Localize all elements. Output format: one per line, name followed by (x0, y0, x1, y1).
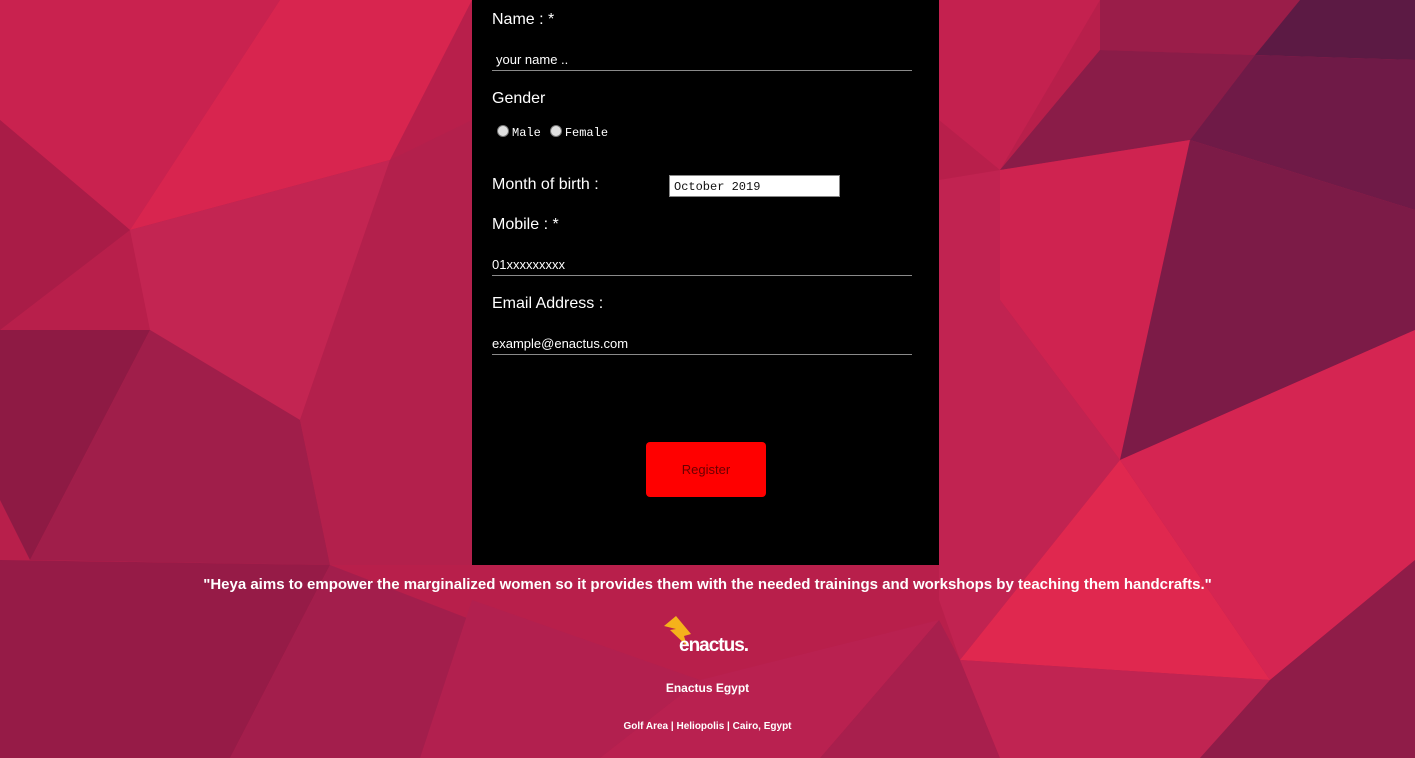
month-label: Month of birth : (492, 176, 599, 193)
register-button[interactable]: Register (646, 442, 766, 497)
email-label: Email Address : (492, 295, 604, 312)
org-name: Enactus Egypt (665, 681, 750, 695)
name-label: Name : * (492, 11, 555, 28)
name-input[interactable] (492, 48, 912, 71)
mobile-input[interactable] (492, 253, 912, 276)
female-radio[interactable] (549, 125, 562, 137)
gender-options: Male Female (497, 125, 617, 140)
mobile-label: Mobile : * (492, 216, 559, 233)
month-input[interactable]: October 2019 (669, 175, 840, 197)
registration-form: Name : * Gender Male Female Month of bir… (472, 0, 939, 565)
logo-text: enactus. (679, 635, 749, 656)
female-label: Female (564, 126, 609, 140)
email-input[interactable] (492, 332, 912, 355)
male-radio[interactable] (497, 125, 509, 137)
male-label: Male (512, 126, 541, 140)
gender-label: Gender (492, 90, 546, 107)
org-address: Golf Area | Heliopolis | Cairo, Egypt (623, 721, 792, 732)
mission-quote: "Heya aims to empower the marginalized w… (203, 576, 1212, 593)
enactus-logo: enactus. (664, 616, 754, 658)
